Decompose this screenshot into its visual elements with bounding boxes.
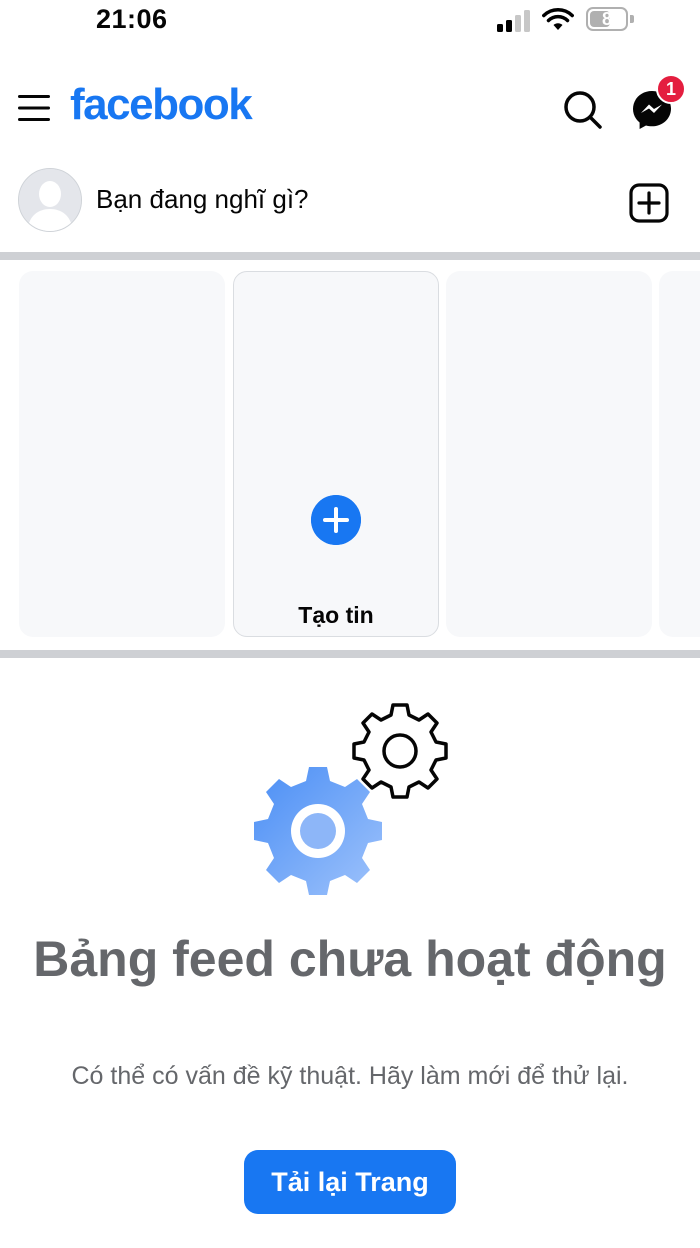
section-divider [0,650,700,658]
plus-icon[interactable] [311,495,361,545]
create-story-card[interactable] [233,271,439,637]
empty-feed-title: Bảng feed chưa hoạt động [33,931,667,987]
story-card[interactable] [446,271,652,637]
create-story-label: Tạo tin [298,602,374,628]
avatar[interactable] [18,168,82,232]
whats-on-your-mind-input[interactable]: Bạn đang nghĩ gì? [96,184,526,215]
empty-feed-description: Có thể có vấn đề kỹ thuật. Hãy làm mới đ… [71,1062,629,1090]
section-divider [0,252,700,260]
add-post-icon[interactable] [628,182,670,224]
menu-icon[interactable] [16,92,52,124]
wifi-icon [542,8,574,30]
gear-icon [254,703,448,895]
facebook-logo[interactable]: facebook [70,80,253,130]
status-time: 21:06 [96,4,168,34]
cellular-signal-icon [497,10,530,32]
search-icon[interactable] [561,88,603,130]
battery-indicator: 8 [586,7,634,33]
story-card[interactable] [659,271,700,637]
story-card[interactable] [19,271,225,637]
battery-level: 8 [601,8,612,29]
default-avatar-icon [19,169,81,231]
reload-page-button[interactable]: Tải lại Trang [244,1150,456,1214]
notification-badge: 1 [656,74,686,104]
